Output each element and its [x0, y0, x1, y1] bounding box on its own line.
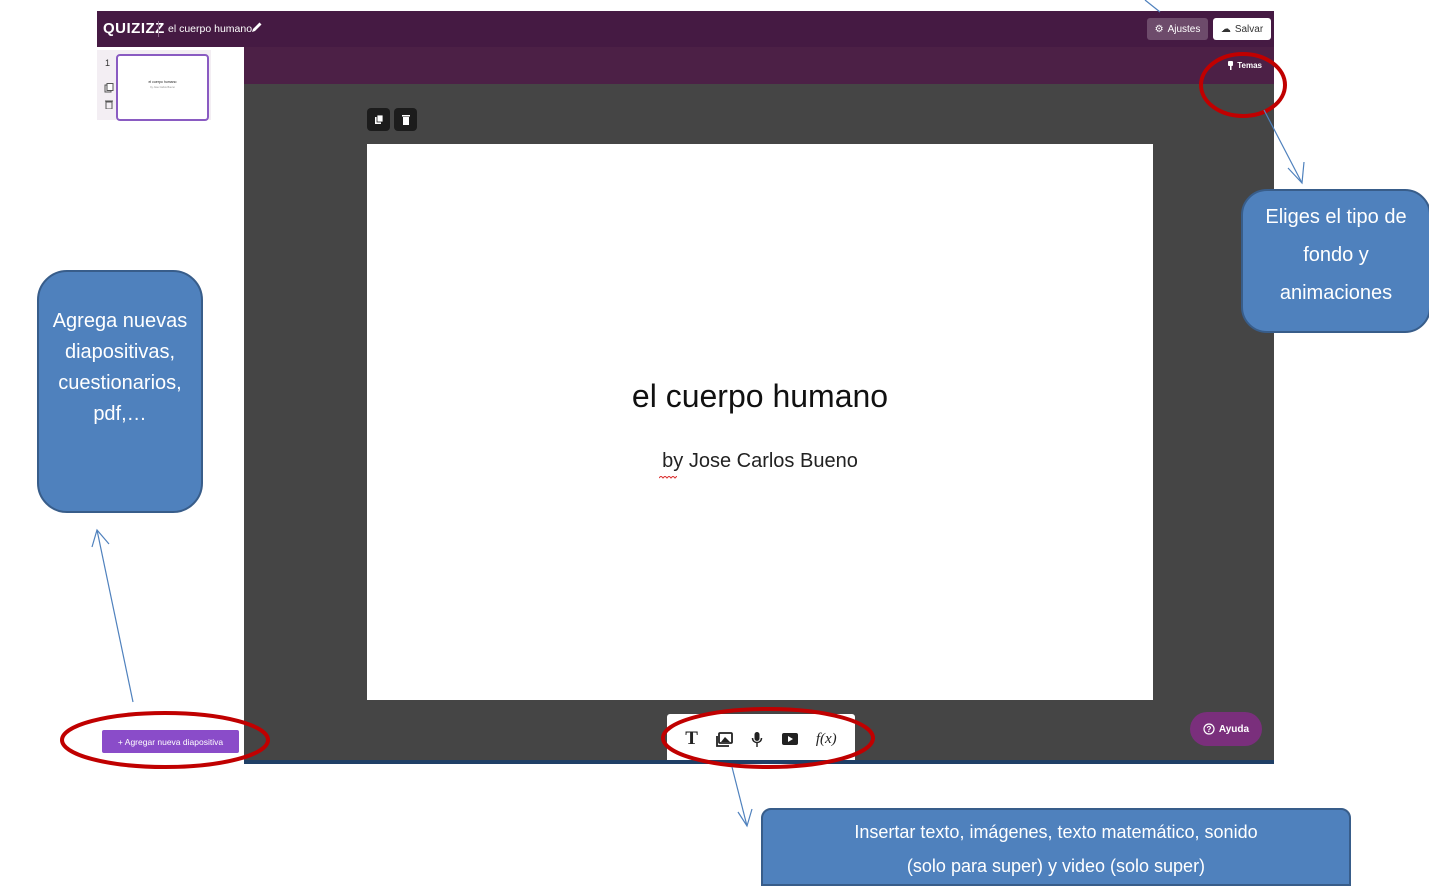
callout-line: Eliges el tipo de	[1265, 206, 1407, 228]
callout-line: cuestionarios,	[58, 372, 182, 394]
delete-slide-button[interactable]	[394, 108, 417, 131]
callout-line: fondo y	[1303, 244, 1369, 266]
microphone-icon[interactable]	[751, 731, 763, 748]
duplicate-slide-button[interactable]	[367, 108, 390, 131]
save-button[interactable]: ☁ Salvar	[1213, 18, 1271, 40]
svg-text:?: ?	[1206, 725, 1211, 734]
callout-line: (solo para super) y video (solo super)	[906, 856, 1206, 876]
thumbnail-title: el cuerpo humano	[148, 80, 177, 84]
theme-bar: Temas	[244, 47, 1274, 84]
copy-icon	[374, 114, 383, 124]
help-button[interactable]: ? Ayuda	[1190, 712, 1262, 746]
callout-line: pdf,…	[93, 403, 147, 425]
editor-canvas: el cuerpo humano by Jose Carlos Bueno T …	[244, 84, 1274, 764]
callout-insert-tools: Insertar texto, imágenes, texto matemáti…	[761, 808, 1351, 886]
insert-toolbar: T f(x)	[667, 714, 855, 764]
arrowhead	[737, 808, 753, 828]
quizizz-logo[interactable]: QUIZIZZ	[103, 20, 165, 37]
arrow-line	[731, 766, 748, 827]
slide-thumbnail-row[interactable]: 1 el cuerpo humano by Jose Carlos Bueno	[97, 50, 211, 121]
thumbnail-subtitle: by Jose Carlos Bueno	[150, 86, 175, 89]
gear-icon: ⚙	[1154, 23, 1164, 35]
slide-subtitle[interactable]: by Jose Carlos Bueno	[367, 450, 1153, 473]
callout-line: Insertar texto, imágenes, texto matemáti…	[854, 822, 1258, 842]
callout-add-slides: Agrega nuevas diapositivas, cuestionario…	[37, 270, 203, 513]
themes-button[interactable]: Temas	[1227, 61, 1262, 70]
slide-tools	[367, 108, 417, 131]
callout-line: diapositivas,	[64, 341, 176, 363]
duplicate-icon[interactable]	[104, 83, 114, 93]
save-label: Salvar	[1234, 23, 1264, 35]
slide-title[interactable]: el cuerpo humano	[367, 378, 1153, 415]
quiz-title[interactable]: el cuerpo humano	[168, 23, 252, 35]
slide-thumbnail[interactable]: el cuerpo humano by Jose Carlos Bueno	[116, 54, 209, 121]
slide-number: 1	[105, 58, 111, 68]
themes-label: Temas	[1237, 61, 1262, 70]
status-strip	[244, 760, 1274, 764]
arrowhead	[1287, 161, 1305, 185]
sidebar-footer	[97, 761, 244, 764]
paint-icon	[1228, 61, 1234, 70]
quizizz-editor: QUIZIZZ el cuerpo humano ⚙ Ajustes ☁ Sal…	[97, 11, 1274, 764]
cloud-icon: ☁	[1220, 23, 1231, 35]
slide-canvas[interactable]: el cuerpo humano by Jose Carlos Bueno	[367, 144, 1153, 700]
help-label: Ayuda	[1218, 723, 1250, 735]
settings-button[interactable]: ⚙ Ajustes	[1147, 18, 1208, 40]
question-icon: ?	[1203, 723, 1215, 735]
video-icon[interactable]	[781, 733, 798, 745]
trash-icon	[401, 115, 410, 125]
text-icon[interactable]: T	[685, 728, 698, 750]
callout-line: Agrega nuevas	[52, 310, 188, 332]
spellcheck-underline	[659, 476, 677, 479]
top-bar: QUIZIZZ el cuerpo humano ⚙ Ajustes ☁ Sal…	[97, 11, 1274, 47]
add-slide-button[interactable]: + Agregar nueva diapositiva	[102, 730, 239, 753]
trash-icon[interactable]	[104, 99, 114, 109]
image-icon[interactable]	[716, 731, 734, 747]
divider	[158, 21, 159, 37]
math-function-icon[interactable]: f(x)	[816, 731, 837, 748]
settings-label: Ajustes	[1167, 23, 1201, 35]
callout-themes: Eliges el tipo de fondo y animaciones	[1241, 189, 1429, 333]
callout-line: animaciones	[1279, 282, 1393, 304]
pencil-icon[interactable]	[250, 20, 264, 34]
